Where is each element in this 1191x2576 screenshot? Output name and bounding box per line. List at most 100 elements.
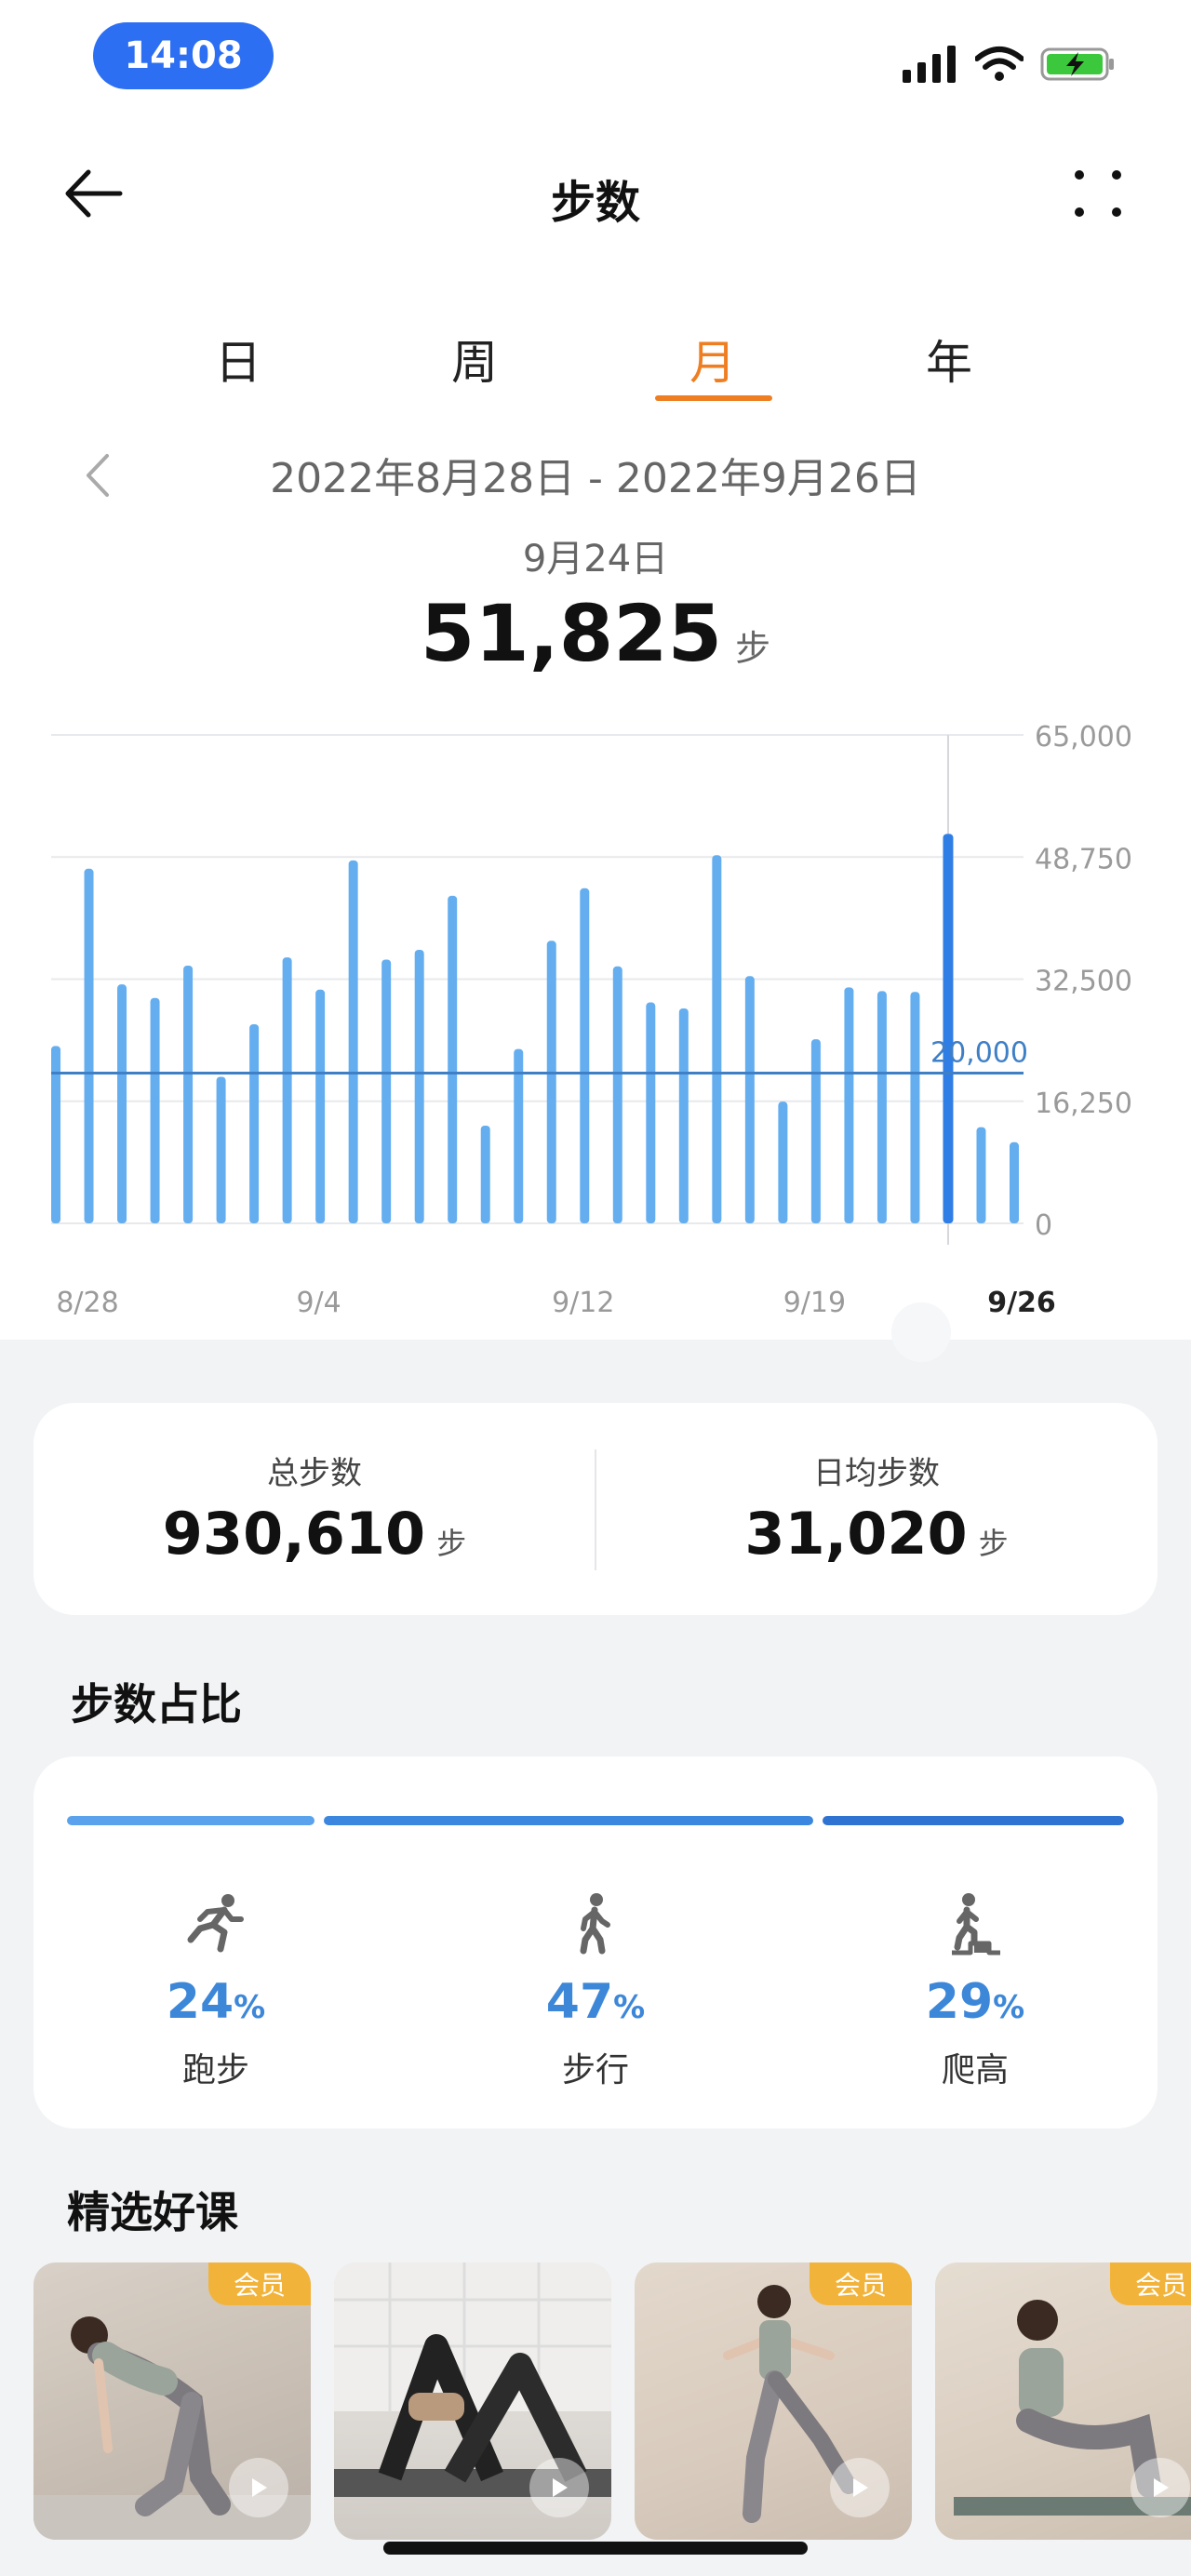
bar-9-15[interactable] bbox=[646, 1002, 656, 1223]
bar-9-16[interactable] bbox=[678, 1008, 689, 1223]
walking-percent: 47 bbox=[545, 1974, 614, 2030]
total-steps-unit: 步 bbox=[436, 1526, 467, 1561]
bar-9-14[interactable] bbox=[612, 966, 622, 1223]
average-steps-value-row: 31,020 步 bbox=[596, 1500, 1158, 1568]
x-tick-label: 9/26 bbox=[987, 1287, 1056, 1319]
x-tick-label: 9/4 bbox=[296, 1287, 341, 1319]
course-card[interactable]: 会员 bbox=[33, 2262, 311, 2540]
play-icon bbox=[553, 2478, 568, 2497]
play-button[interactable] bbox=[1131, 2458, 1190, 2517]
running-percent-sign: % bbox=[234, 1989, 266, 2026]
ratio-card[interactable]: 24 % 跑步 47 % 步行 29 % 爬高 bbox=[33, 1756, 1158, 2129]
climbing-percent-sign: % bbox=[993, 1989, 1025, 2026]
bar-9-3[interactable] bbox=[249, 1023, 260, 1223]
wifi-icon bbox=[975, 47, 1024, 81]
bar-9-24[interactable] bbox=[943, 834, 954, 1223]
play-icon bbox=[853, 2478, 868, 2497]
tab-day[interactable]: 日 bbox=[182, 326, 294, 393]
member-badge: 会员 bbox=[208, 2262, 311, 2305]
more-button[interactable] bbox=[1061, 156, 1135, 231]
average-steps-unit: 步 bbox=[978, 1526, 1009, 1561]
bar-9-26[interactable] bbox=[1010, 1141, 1019, 1223]
home-indicator[interactable] bbox=[383, 2542, 808, 2555]
walking-percent-sign: % bbox=[613, 1989, 646, 2026]
course-card[interactable]: 会员 bbox=[935, 2262, 1191, 2540]
climbing-label: 爬高 bbox=[941, 2051, 1009, 2089]
bar-9-10[interactable] bbox=[480, 1126, 490, 1223]
selected-step-count: 51,825 bbox=[420, 588, 723, 679]
bar-9-20[interactable] bbox=[810, 1039, 821, 1223]
bar-9-18[interactable] bbox=[744, 976, 755, 1223]
climbing-icon bbox=[952, 1893, 1000, 1955]
more-dots-icon bbox=[1075, 170, 1121, 217]
ratio-walking: 47 % 步行 bbox=[447, 1887, 744, 2091]
play-button[interactable] bbox=[229, 2458, 288, 2517]
bar-9-8[interactable] bbox=[414, 950, 424, 1223]
bar-9-1[interactable] bbox=[183, 965, 194, 1223]
play-icon bbox=[252, 2478, 267, 2497]
average-steps-value: 31,020 bbox=[744, 1500, 968, 1568]
total-steps-label: 总步数 bbox=[267, 1455, 362, 1492]
selected-value-row: 51,825 步 bbox=[0, 588, 1191, 679]
bar-9-23[interactable] bbox=[910, 992, 920, 1223]
member-badge: 会员 bbox=[1110, 2262, 1191, 2305]
battery-icon bbox=[1040, 47, 1114, 81]
y-tick-label: 65,000 bbox=[1035, 721, 1132, 754]
climbing-percent: 29 bbox=[925, 1974, 994, 2030]
selected-step-unit: 步 bbox=[735, 628, 771, 669]
play-icon bbox=[1154, 2478, 1169, 2497]
y-tick-label: 0 bbox=[1035, 1209, 1052, 1242]
y-tick-label: 48,750 bbox=[1035, 843, 1132, 875]
y-tick-label: 32,500 bbox=[1035, 966, 1132, 998]
member-badge: 会员 bbox=[810, 2262, 912, 2305]
tab-active-indicator bbox=[655, 395, 772, 401]
walking-icon bbox=[580, 1893, 610, 1955]
ratio-running: 24 % 跑步 bbox=[67, 1887, 365, 2091]
steps-bar-chart[interactable]: 65,000 48,750 32,500 16,250 0 20,000 8/28 9/4 9/… bbox=[0, 716, 1191, 1330]
bar-9-12[interactable] bbox=[546, 941, 556, 1223]
running-icon bbox=[187, 1894, 244, 1953]
date-range: 2022年8月28日 - 2022年9月26日 bbox=[270, 455, 921, 502]
signal-icon bbox=[903, 46, 956, 83]
top-panel: 14:08 步数 日 周 月 年 2022年8月28日 - 2022年9月26日… bbox=[0, 0, 1191, 1340]
bar-9-2[interactable] bbox=[216, 1076, 226, 1224]
play-button[interactable] bbox=[529, 2458, 589, 2517]
course-card[interactable] bbox=[334, 2262, 611, 2540]
average-steps-label: 日均步数 bbox=[813, 1455, 940, 1492]
bar-9-11[interactable] bbox=[514, 1048, 524, 1223]
total-steps-value-row: 930,610 步 bbox=[33, 1500, 596, 1568]
bar-9-4[interactable] bbox=[282, 957, 292, 1223]
play-button[interactable] bbox=[830, 2458, 890, 2517]
page-title: 步数 bbox=[550, 177, 640, 229]
x-tick-label: 8/28 bbox=[56, 1287, 118, 1319]
bar-8-29[interactable] bbox=[84, 868, 94, 1223]
tab-month[interactable]: 月 bbox=[657, 326, 769, 393]
tab-week[interactable]: 周 bbox=[419, 326, 530, 393]
average-steps: 日均步数 31,020 步 bbox=[596, 1403, 1158, 1615]
bar-9-7[interactable] bbox=[381, 959, 392, 1224]
selected-date: 9月24日 bbox=[522, 538, 669, 581]
chart-selection-pointer bbox=[891, 1302, 951, 1362]
bar-9-6[interactable] bbox=[348, 860, 358, 1223]
bar-9-21[interactable] bbox=[844, 987, 854, 1223]
ratio-section-title: 步数占比 bbox=[71, 1679, 242, 1729]
bar-9-5[interactable] bbox=[315, 989, 326, 1223]
x-tick-label: 9/19 bbox=[783, 1287, 846, 1319]
running-percent: 24 bbox=[166, 1974, 234, 2030]
target-line-label: 20,000 bbox=[930, 1036, 1028, 1069]
x-tick-label: 9/12 bbox=[552, 1287, 614, 1319]
tab-year[interactable]: 年 bbox=[893, 326, 1005, 393]
bar-9-19[interactable] bbox=[778, 1101, 788, 1223]
bar-9-13[interactable] bbox=[580, 888, 590, 1223]
course-card[interactable]: 会员 bbox=[635, 2262, 912, 2540]
bar-9-17[interactable] bbox=[712, 855, 722, 1223]
bar-9-25[interactable] bbox=[976, 1127, 986, 1223]
bar-8-30[interactable] bbox=[117, 984, 127, 1223]
ratio-climbing: 29 % 爬高 bbox=[826, 1887, 1124, 2091]
y-tick-label: 16,250 bbox=[1035, 1088, 1132, 1120]
ratio-bar-running bbox=[67, 1816, 314, 1825]
bar-9-9[interactable] bbox=[448, 895, 458, 1223]
walking-label: 步行 bbox=[561, 2051, 629, 2089]
bar-8-31[interactable] bbox=[150, 997, 160, 1223]
bar-9-22[interactable] bbox=[877, 991, 887, 1223]
